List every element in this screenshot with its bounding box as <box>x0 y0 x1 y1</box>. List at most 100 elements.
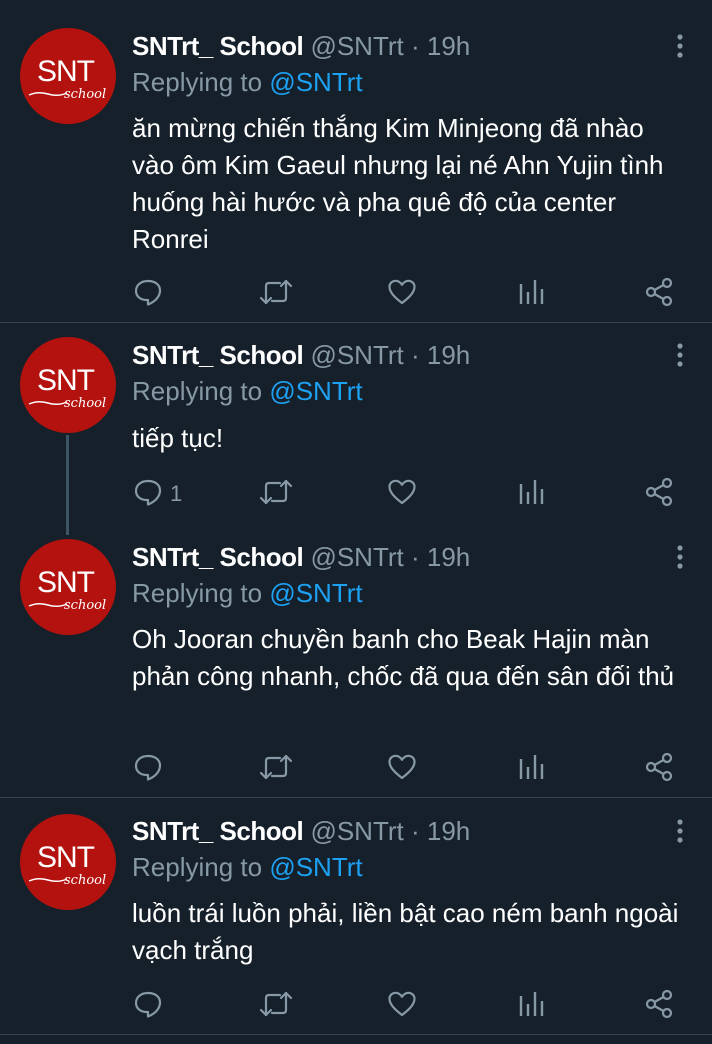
analytics-button[interactable] <box>516 751 548 783</box>
header-separator: · <box>410 816 420 846</box>
reply-bubble-icon <box>134 279 162 306</box>
avatar-logo-text: SNT <box>37 364 95 397</box>
tweet-header: SNTrt_ School @SNTrt · 19h <box>132 541 470 573</box>
author-name[interactable]: SNTrt_ School <box>132 816 304 846</box>
tweet[interactable]: SNT school SNTrt_ School @SNTrt · 19h Re… <box>0 323 712 535</box>
avatar-logo-subtext: school <box>64 396 107 411</box>
retweet-icon <box>259 479 293 505</box>
retweet-button[interactable] <box>258 751 293 783</box>
tweet-time[interactable]: 19h <box>427 340 470 370</box>
tweet-text: ăn mừng chiến thắng Kim Minjeong đã nhào… <box>132 113 664 254</box>
tweet-text: Oh Jooran chuyền banh cho Beak Hajin màn… <box>132 624 675 691</box>
avatar-logo-mark <box>28 400 68 406</box>
like-button[interactable] <box>386 988 418 1020</box>
tweet-divider <box>0 1034 712 1035</box>
replying-to: Replying to @SNTrt <box>132 65 363 99</box>
tweet-text: luồn trái luồn phải, liền bật cao ném ba… <box>132 898 679 965</box>
avatar-logo-subtext: school <box>64 873 107 888</box>
avatar[interactable]: SNT school <box>20 814 116 910</box>
more-vertical-icon[interactable] <box>672 817 688 845</box>
share-button[interactable] <box>644 988 676 1020</box>
avatar-logo-subtext: school <box>64 598 107 613</box>
retweet-button[interactable] <box>258 276 293 308</box>
analytics-bars-icon <box>519 480 544 504</box>
avatar-logo-text: SNT <box>37 55 95 88</box>
avatar[interactable]: SNT school <box>20 337 116 433</box>
analytics-bars-icon <box>519 755 544 779</box>
more-vertical-icon[interactable] <box>672 341 688 369</box>
reply-count: 1 <box>170 481 183 506</box>
tweet-text: tiếp tục! <box>132 423 224 453</box>
avatar-logo-text: SNT <box>37 841 95 874</box>
heart-icon <box>388 279 416 305</box>
share-button[interactable] <box>644 276 676 308</box>
avatar[interactable]: SNT school <box>20 539 116 635</box>
reply-bubble-icon <box>134 754 162 781</box>
replying-mention-link[interactable]: @SNTrt <box>269 376 362 406</box>
avatar-logo-subtext: school <box>64 87 107 102</box>
like-button[interactable] <box>386 276 418 308</box>
heart-icon <box>388 754 416 780</box>
replying-prefix: Replying to <box>132 376 263 406</box>
tweet-header: SNTrt_ School @SNTrt · 19h <box>132 815 470 847</box>
tweet[interactable]: SNT school SNTrt_ School @SNTrt · 19h Re… <box>0 798 712 1034</box>
replying-prefix: Replying to <box>132 67 263 97</box>
avatar-logo-text: SNT <box>37 566 95 599</box>
share-button[interactable] <box>644 751 676 783</box>
replying-mention-link[interactable]: @SNTrt <box>269 578 362 608</box>
tweet[interactable]: SNT school SNTrt_ School @SNTrt · 19h Re… <box>0 0 712 322</box>
replying-to: Replying to @SNTrt <box>132 576 363 610</box>
replying-prefix: Replying to <box>132 852 263 882</box>
tweet-header: SNTrt_ School @SNTrt · 19h <box>132 339 470 371</box>
tweet-time[interactable]: 19h <box>427 31 470 61</box>
replying-mention-link[interactable]: @SNTrt <box>269 67 362 97</box>
replying-prefix: Replying to <box>132 578 263 608</box>
analytics-bars-icon <box>519 992 544 1016</box>
more-vertical-icon[interactable] <box>672 543 688 571</box>
reply-button[interactable] <box>132 988 164 1020</box>
author-handle[interactable]: @SNTrt <box>310 31 403 61</box>
replying-to: Replying to @SNTrt <box>132 850 363 884</box>
reply-button[interactable] <box>132 476 164 508</box>
author-name[interactable]: SNTrt_ School <box>132 340 304 370</box>
analytics-bars-icon <box>519 280 544 304</box>
retweet-icon <box>259 279 293 305</box>
retweet-button[interactable] <box>258 988 293 1020</box>
author-name[interactable]: SNTrt_ School <box>132 542 304 572</box>
analytics-button[interactable] <box>516 476 548 508</box>
reply-button[interactable] <box>132 751 164 783</box>
retweet-icon <box>259 754 293 780</box>
share-icon <box>645 477 673 507</box>
tweet[interactable]: SNT school SNTrt_ School @SNTrt · 19h Re… <box>0 535 712 797</box>
tweet-time[interactable]: 19h <box>427 816 470 846</box>
share-icon <box>645 989 673 1019</box>
author-name[interactable]: SNTrt_ School <box>132 31 304 61</box>
header-separator: · <box>410 542 420 572</box>
retweet-icon <box>259 991 293 1017</box>
more-vertical-icon[interactable] <box>672 32 688 60</box>
tweet-time[interactable]: 19h <box>427 542 470 572</box>
avatar[interactable]: SNT school <box>20 28 116 124</box>
author-handle[interactable]: @SNTrt <box>310 816 403 846</box>
reply-button[interactable] <box>132 276 164 308</box>
author-handle[interactable]: @SNTrt <box>310 340 403 370</box>
like-button[interactable] <box>386 476 418 508</box>
header-separator: · <box>410 340 420 370</box>
analytics-button[interactable] <box>516 988 548 1020</box>
share-button[interactable] <box>644 476 676 508</box>
share-icon <box>645 277 673 307</box>
reply-bubble-icon <box>134 991 162 1018</box>
tweet-feed: SNT school SNTrt_ School @SNTrt · 19h Re… <box>0 0 712 1044</box>
heart-icon <box>388 991 416 1017</box>
replying-mention-link[interactable]: @SNTrt <box>269 852 362 882</box>
avatar-logo-mark <box>28 877 68 883</box>
analytics-button[interactable] <box>516 276 548 308</box>
replying-to: Replying to @SNTrt <box>132 374 363 408</box>
like-button[interactable] <box>386 751 418 783</box>
reply-bubble-icon <box>134 479 162 506</box>
author-handle[interactable]: @SNTrt <box>310 542 403 572</box>
share-icon <box>645 752 673 782</box>
retweet-button[interactable] <box>258 476 293 508</box>
heart-icon <box>388 479 416 505</box>
avatar-logo-mark <box>28 91 68 97</box>
